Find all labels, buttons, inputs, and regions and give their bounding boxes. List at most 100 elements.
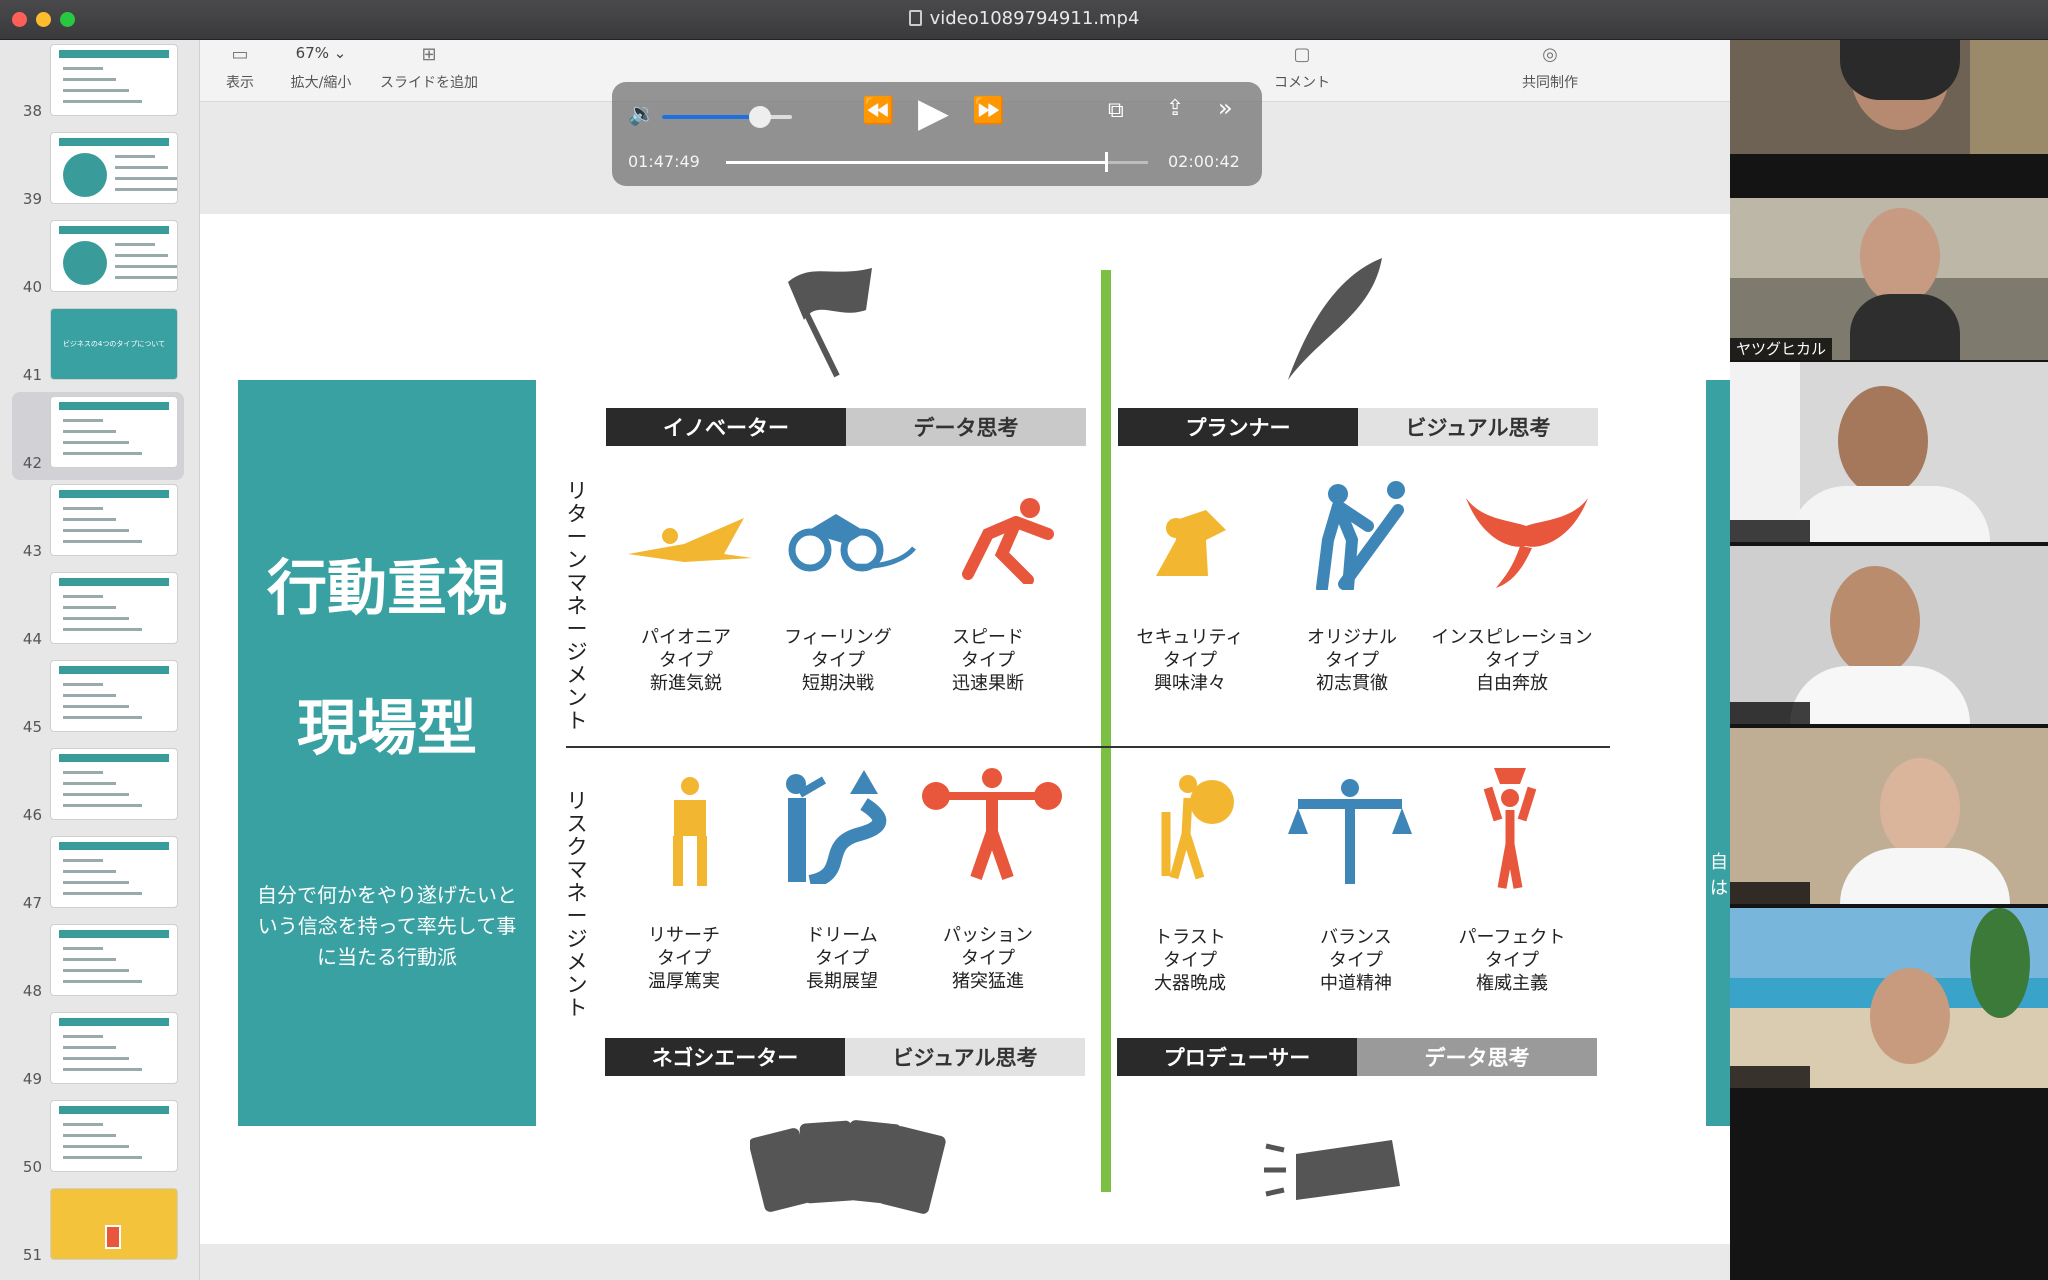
- view-button[interactable]: ▭ 表示: [220, 44, 260, 92]
- slide-thumbnail-line: [115, 177, 177, 180]
- slide-thumbnail-image: [50, 44, 178, 116]
- slide-thumbnail-line: [63, 980, 142, 983]
- slide-thumbnail-image: [50, 924, 178, 996]
- slide-thumbnail-47[interactable]: 47: [0, 832, 199, 920]
- perfect-trophy-icon: [1483, 768, 1537, 889]
- participant-tile-4[interactable]: [1730, 546, 2048, 724]
- type-text-line: 自由奔放: [1476, 673, 1548, 694]
- slide-left-panel: 行動重視 現場型 自分で何かをやり遂げたいという信念を持って率先して事に当たる行…: [238, 380, 536, 1126]
- slide-thumbnail-40[interactable]: 40: [0, 216, 199, 304]
- participant-tile-2[interactable]: ヤツグヒカル: [1730, 198, 2048, 360]
- original-walker-icon: [1316, 481, 1405, 590]
- zoom-control[interactable]: 67% ⌄ 拡大/縮小: [284, 44, 358, 92]
- slide-thumbnail-39[interactable]: 39: [0, 128, 199, 216]
- slide-thumbnail-line: [63, 518, 116, 521]
- slide-thumbnail-image: ビジネスの4つのタイプについて: [50, 308, 178, 380]
- zoom-value-display[interactable]: 67% ⌄: [284, 44, 358, 66]
- slide-thumbnail-49[interactable]: 49: [0, 1008, 199, 1096]
- fast-forward-icon[interactable]: ⏩: [972, 96, 1004, 126]
- slide-thumbnail-line: [63, 793, 129, 796]
- participant-name: [1730, 520, 1810, 542]
- add-slide-icon: ⊞: [421, 44, 437, 65]
- slide-thumbnail-50[interactable]: 50: [0, 1096, 199, 1184]
- participant-tile-1[interactable]: [1730, 40, 2048, 154]
- slide-thumbnail-line: [63, 892, 142, 895]
- playback-scrubber[interactable]: [726, 152, 1148, 172]
- label-negotiator: ネゴシエーター ビジュアル思考: [605, 1038, 1085, 1076]
- slide-thumbnail-line: [63, 881, 129, 884]
- slide-thumbnail-line: [63, 1134, 116, 1137]
- panel-title-1: 行動重視: [267, 554, 507, 624]
- slide-thumbnail-38[interactable]: 38: [0, 40, 199, 128]
- collaborate-button[interactable]: ◎ 共同制作: [1520, 44, 1580, 92]
- type-text-line: リサーチ: [648, 925, 720, 946]
- slide-thumbnail-44[interactable]: 44: [0, 568, 199, 656]
- slide-thumbnail-band: [59, 1106, 169, 1114]
- participant-tile-3[interactable]: [1730, 362, 2048, 542]
- slide-navigator[interactable]: 38 39 40 41 ビジネスの4つのタイプについて 42 43 44 45 46 47 48 49 5…: [0, 40, 200, 1280]
- type-text-line: タイプ: [811, 650, 865, 671]
- rewind-icon[interactable]: ⏪: [862, 96, 894, 126]
- type-text-line: パーフェクト: [1458, 927, 1566, 948]
- slide-number: 43: [22, 542, 42, 560]
- slide-number: 47: [22, 894, 42, 912]
- slide[interactable]: 行動重視 現場型 自分で何かをやり遂げたいという信念を持って率先して事に当たる行…: [200, 214, 1730, 1244]
- slide-thumbnail-46[interactable]: 46: [0, 744, 199, 832]
- comment-button[interactable]: ▢ コメント: [1272, 44, 1332, 92]
- label-innovator: イノベーター データ思考: [606, 408, 1086, 446]
- slide-thumbnail-41[interactable]: 41 ビジネスの4つのタイプについて: [0, 304, 199, 392]
- play-icon[interactable]: ▶: [918, 90, 949, 136]
- zoom-label: 拡大/縮小: [290, 75, 352, 91]
- volume-icon[interactable]: 🔉: [628, 102, 655, 127]
- slide-number: 50: [22, 1158, 42, 1176]
- type-text-line: 迅速果断: [952, 673, 1024, 694]
- slide-thumbnail-51[interactable]: 51: [0, 1184, 199, 1272]
- type-trust: トラスト タイプ 大器晩成: [1110, 926, 1270, 995]
- playback-playhead[interactable]: [1104, 152, 1108, 172]
- slide-thumbnail-45[interactable]: 45: [0, 656, 199, 744]
- type-text-line: バランス: [1320, 927, 1392, 948]
- elapsed-time: 01:47:49: [628, 152, 700, 171]
- slide-thumbnail-line: [63, 628, 142, 631]
- slide-thumbnail-line: [63, 958, 116, 961]
- slide-thumbnail-line: [115, 243, 155, 246]
- slide-thumbnail-line: [115, 188, 177, 191]
- participant-video: [1838, 386, 1928, 496]
- style-visual-thinking-bottom: ビジュアル思考: [845, 1038, 1085, 1076]
- type-text-line: タイプ: [961, 948, 1015, 969]
- share-icon[interactable]: ⇪: [1166, 96, 1184, 121]
- participant-tile-6[interactable]: [1730, 908, 2048, 1088]
- participant-body: [1840, 848, 2010, 904]
- add-slide-button[interactable]: ⊞ スライドを追加: [376, 44, 482, 92]
- slide-thumbnail-band: [59, 754, 169, 762]
- slide-thumbnail-line: [115, 276, 177, 279]
- slide-canvas[interactable]: 行動重視 現場型 自分で何かをやり遂げたいという信念を持って率先して事に当たる行…: [200, 102, 1730, 1280]
- style-data-thinking-bottom: データ思考: [1357, 1038, 1597, 1076]
- flag-icon: [788, 268, 872, 378]
- quadrant-horizontal-divider: [566, 746, 1610, 748]
- slide-thumbnail-band: [59, 666, 169, 674]
- slide-thumbnail-band: [59, 138, 169, 146]
- slide-thumbnail-line: [63, 694, 116, 697]
- type-text-line: 猪突猛進: [952, 971, 1024, 992]
- volume-slider[interactable]: [662, 106, 792, 128]
- slide-thumbnail-43[interactable]: 43: [0, 480, 199, 568]
- slide-thumbnail-42[interactable]: 42: [12, 392, 184, 480]
- participant-bookshelf: [1970, 40, 2048, 154]
- slide-thumbnail-48[interactable]: 48: [0, 920, 199, 1008]
- more-chevron-icon[interactable]: »: [1218, 94, 1233, 122]
- slide-thumbnail-image: [50, 1012, 178, 1084]
- slide-thumbnail-line: [63, 529, 129, 532]
- volume-knob[interactable]: [748, 106, 771, 128]
- type-text-line: インスピレーション: [1431, 627, 1593, 648]
- type-text-line: オリジナル: [1307, 627, 1397, 648]
- type-inspiration: インスピレーション タイプ 自由奔放: [1422, 626, 1602, 695]
- slide-thumbnail-line: [63, 683, 103, 686]
- window-title: video1089794911.mp4: [929, 8, 1140, 29]
- type-pioneer: パイオニア タイプ 新進気鋭: [606, 626, 766, 695]
- dream-road-icon: [786, 770, 887, 884]
- slide-thumbnail-line: [115, 265, 177, 268]
- picture-in-picture-icon[interactable]: ⧉: [1108, 98, 1124, 123]
- participant-tile-5[interactable]: [1730, 728, 2048, 904]
- type-text-line: スピード: [952, 627, 1024, 648]
